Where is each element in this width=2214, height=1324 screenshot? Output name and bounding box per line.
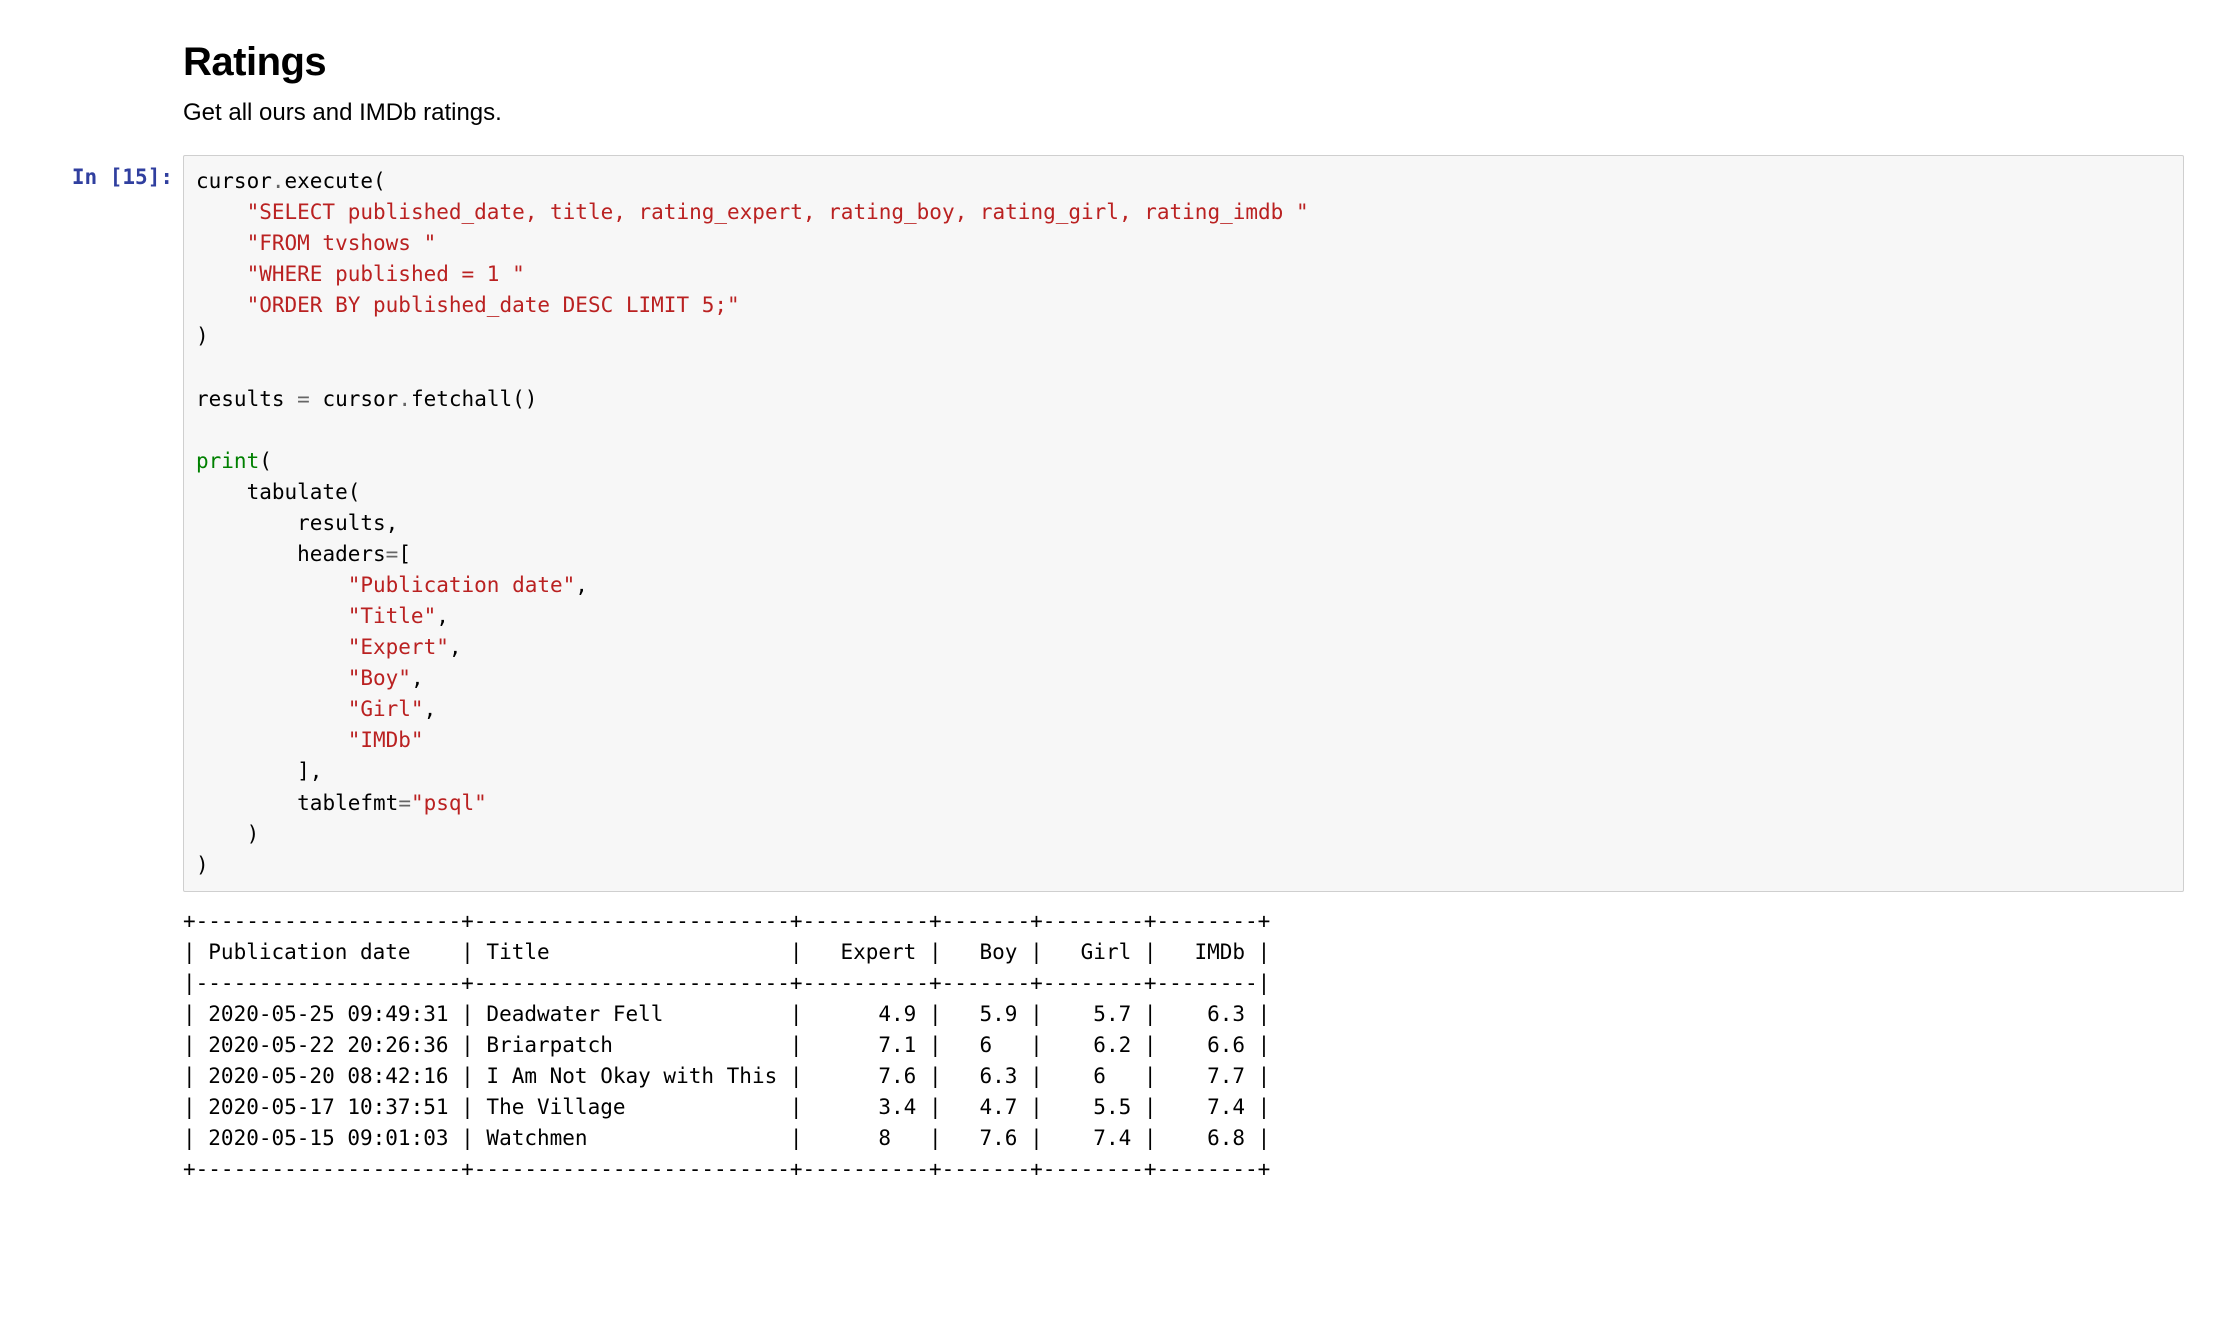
section-heading: Ratings	[183, 40, 2154, 85]
table-row: +---------------------+-----------------…	[183, 1157, 1270, 1181]
table-row: | 2020-05-17 10:37:51 | The Village | 3.…	[183, 1095, 1270, 1119]
code-block: cursor.execute( "SELECT published_date, …	[196, 166, 2171, 881]
table-row: | 2020-05-22 20:26:36 | Briarpatch | 7.1…	[183, 1033, 1270, 1057]
table-row: +---------------------+-----------------…	[183, 909, 1270, 933]
input-prompt: In [15]:	[30, 155, 183, 189]
section-description: Get all ours and IMDb ratings.	[183, 99, 2154, 127]
table-row: | Publication date | Title | Expert | Bo…	[183, 940, 1270, 964]
notebook-page: Ratings Get all ours and IMDb ratings. I…	[0, 0, 2214, 1226]
code-input-area[interactable]: cursor.execute( "SELECT published_date, …	[183, 155, 2184, 892]
table-row: | 2020-05-15 09:01:03 | Watchmen | 8 | 7…	[183, 1126, 1270, 1150]
table-row: | 2020-05-25 09:49:31 | Deadwater Fell |…	[183, 1002, 1270, 1026]
table-row: |---------------------+-----------------…	[183, 971, 1270, 995]
code-cell: In [15]: cursor.execute( "SELECT publish…	[30, 155, 2184, 892]
markdown-cell: Ratings Get all ours and IMDb ratings.	[183, 40, 2154, 127]
output-area: +---------------------+-----------------…	[183, 892, 2154, 1186]
table-row: | 2020-05-20 08:42:16 | I Am Not Okay wi…	[183, 1064, 1270, 1088]
output-text: +---------------------+-----------------…	[183, 892, 2154, 1186]
